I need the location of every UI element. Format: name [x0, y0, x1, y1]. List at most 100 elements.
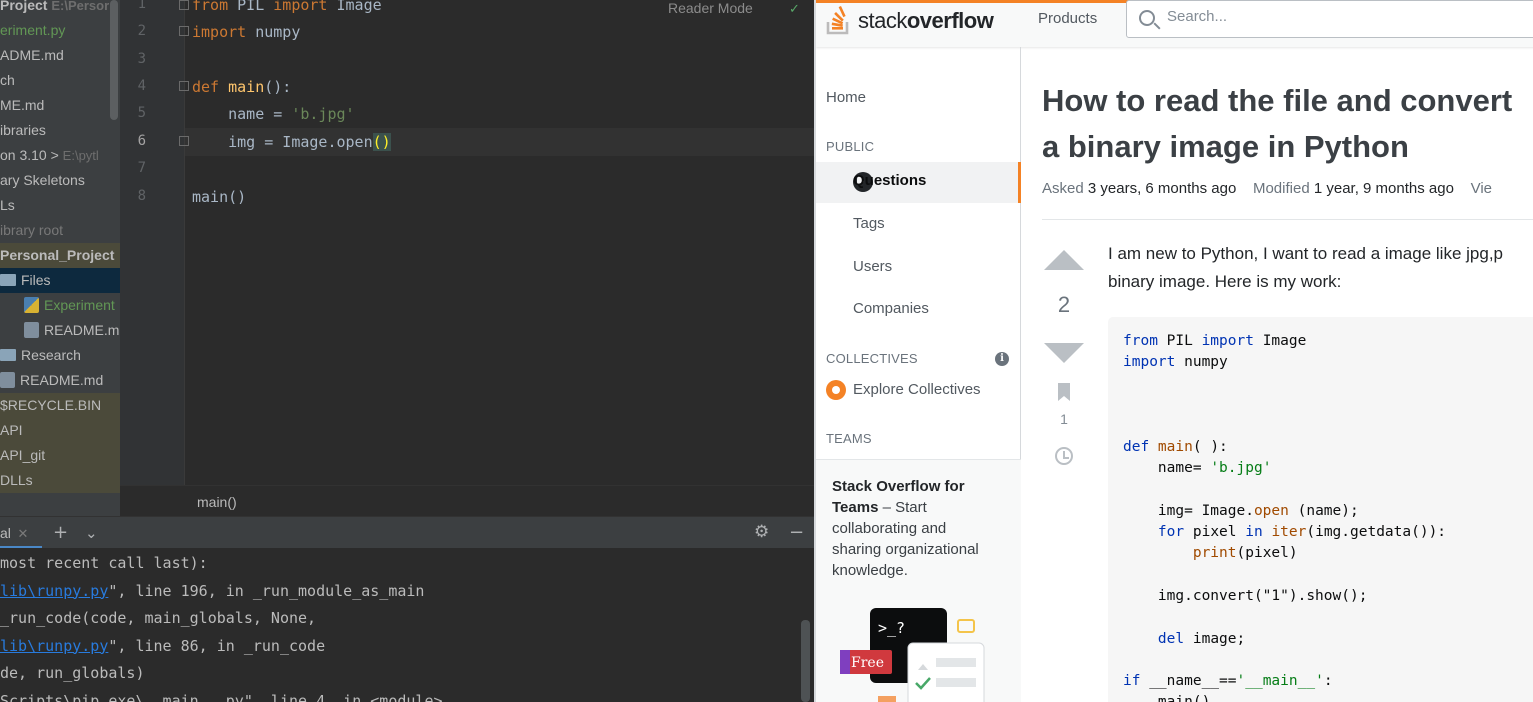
- line-number: 3: [137, 51, 146, 67]
- free-badge: Free: [851, 655, 884, 671]
- tree-item[interactable]: Personal_Project: [0, 243, 120, 268]
- upvote-icon[interactable]: [1044, 250, 1084, 270]
- tree-item[interactable]: ary Skeletons: [0, 168, 120, 193]
- gear-icon[interactable]: ⚙: [754, 522, 769, 542]
- terminal-line: Scripts\pip.exe\__main__.py", line 4, in…: [0, 691, 443, 702]
- tree-item[interactable]: $RECYCLE.BIN: [0, 393, 120, 418]
- info-icon[interactable]: i: [995, 352, 1009, 366]
- python-file-icon: [24, 297, 39, 313]
- tree-item[interactable]: README.md: [0, 368, 120, 393]
- line-number: 7: [137, 160, 146, 176]
- terminal-file-link[interactable]: lib\runpy.py: [0, 582, 108, 600]
- tree-item[interactable]: Files: [0, 268, 120, 293]
- search-input[interactable]: [1167, 8, 1527, 25]
- tree-item[interactable]: Project E:\Persor: [0, 0, 120, 18]
- fold-marker-icon[interactable]: [179, 136, 189, 146]
- minimize-icon[interactable]: −: [789, 522, 804, 543]
- tree-item[interactable]: ibraries: [0, 118, 120, 143]
- top-bar: stackoverflow Products: [816, 0, 1533, 47]
- tree-item[interactable]: eriment.py: [0, 18, 120, 43]
- terminal-file-link[interactable]: lib\runpy.py: [0, 637, 108, 655]
- editor-gutter: [120, 0, 185, 485]
- code-line-2[interactable]: import numpy: [192, 23, 300, 41]
- fold-marker-icon[interactable]: [179, 26, 189, 36]
- code-line-4[interactable]: def main():: [192, 78, 291, 96]
- question-body: I am new to Python, I want to read a ima…: [1108, 244, 1503, 291]
- nav-home[interactable]: Home: [826, 89, 866, 106]
- nav-section-teams: TEAMS: [826, 431, 872, 446]
- add-icon[interactable]: +: [53, 522, 68, 543]
- terminal-line: de, run_globals): [0, 664, 145, 682]
- nav-companies[interactable]: Companies: [853, 300, 929, 317]
- code-line-5[interactable]: name = 'b.jpg': [192, 105, 354, 123]
- nav-explore-collectives[interactable]: Explore Collectives: [853, 381, 981, 398]
- ide-window: Project E:\Persor eriment.py ADME.md ch ME.m…: [0, 0, 814, 702]
- stackoverflow-logo-icon[interactable]: [825, 3, 855, 36]
- tree-item[interactable]: API: [0, 418, 120, 443]
- code-line-8[interactable]: main(): [192, 188, 246, 206]
- tree-item[interactable]: on 3.10 > E:\pytl: [0, 143, 120, 168]
- tree-item[interactable]: Ls: [0, 193, 120, 218]
- breadcrumb-item[interactable]: main(): [197, 494, 237, 510]
- nav-section-collectives: COLLECTIVES: [826, 351, 918, 366]
- close-icon[interactable]: ✕: [14, 526, 29, 541]
- nav-section-public: PUBLIC: [826, 139, 875, 154]
- left-sidebar: Home PUBLIC Questions Tags Users Compani…: [816, 47, 1021, 702]
- line-number: 4: [137, 78, 146, 94]
- chevron-down-icon[interactable]: ⌄: [85, 524, 98, 542]
- line-number: 6: [137, 133, 146, 149]
- tree-item[interactable]: ADME.md: [0, 43, 120, 68]
- line-number: 2: [137, 23, 146, 39]
- nav-users[interactable]: Users: [853, 258, 892, 275]
- terminal-line: most recent call last):: [0, 554, 208, 572]
- line-number: 8: [137, 188, 146, 204]
- terminal-line: lib\runpy.py", line 196, in _run_module_…: [0, 581, 425, 600]
- project-tree: Project E:\Persor eriment.py ADME.md ch ME.m…: [0, 0, 120, 516]
- stackoverflow-wordmark[interactable]: stackoverflow: [858, 8, 994, 34]
- line-number: 1: [137, 0, 146, 12]
- collectives-icon: [826, 380, 846, 400]
- line-number: 5: [137, 105, 146, 121]
- nav-tags[interactable]: Tags: [853, 215, 885, 232]
- teams-promo-text: Stack Overflow for Teams – Start collabo…: [832, 478, 979, 579]
- question-code-block[interactable]: from PIL import Image import numpy def m…: [1108, 317, 1533, 702]
- search-box[interactable]: [1126, 0, 1533, 38]
- bookmark-icon[interactable]: [1058, 383, 1070, 401]
- downvote-icon[interactable]: [1044, 343, 1084, 363]
- terminal-line: _run_code(code, main_globals, None,: [0, 609, 317, 627]
- tree-item[interactable]: Research: [0, 343, 120, 368]
- tree-item[interactable]: Experiment: [0, 293, 120, 318]
- teams-illustration: >_? Free: [840, 608, 985, 702]
- terminal-output[interactable]: most recent call last): lib\runpy.py", li…: [0, 548, 814, 702]
- inspection-ok-icon[interactable]: ✓: [789, 2, 800, 17]
- tree-item[interactable]: README.m: [0, 318, 120, 343]
- terminal-line: lib\runpy.py", line 86, in _run_code: [0, 636, 326, 655]
- fold-marker-icon[interactable]: [179, 81, 189, 91]
- terminal-tab[interactable]: al ✕: [0, 517, 42, 549]
- reader-mode-button[interactable]: Reader Mode: [668, 0, 753, 16]
- markdown-file-icon: [24, 322, 39, 338]
- question-main: How to read the file and convert a binary…: [1022, 47, 1533, 702]
- tree-item[interactable]: DLLs: [0, 468, 120, 493]
- tree-item[interactable]: API_git: [0, 443, 120, 468]
- tree-item[interactable]: ME.md: [0, 93, 120, 118]
- teams-promo[interactable]: Stack Overflow for Teams – Start collabo…: [816, 459, 1021, 702]
- nav-questions[interactable]: Questions: [816, 162, 1021, 203]
- terminal-scrollbar[interactable]: [801, 620, 810, 702]
- tree-scrollbar[interactable]: [110, 0, 118, 120]
- products-link[interactable]: Products: [1038, 10, 1097, 27]
- fold-marker-icon[interactable]: [179, 0, 189, 10]
- divider: [1042, 219, 1533, 220]
- modified-value: 1 year, 9 months ago: [1313, 180, 1454, 197]
- question-title[interactable]: How to read the file and convert a binary…: [1042, 78, 1533, 170]
- prompt-text: >_?: [878, 619, 905, 637]
- code-line-6[interactable]: img = Image.open(): [192, 133, 391, 151]
- terminal-toolbar: al ✕ + ⌄ ⚙ −: [0, 516, 814, 549]
- history-icon[interactable]: [1055, 447, 1073, 465]
- tree-item[interactable]: ibrary root: [0, 218, 120, 243]
- code-line-1[interactable]: from PIL import Image: [192, 0, 382, 14]
- vote-count: 2: [1057, 292, 1071, 317]
- asked-value: 3 years, 6 months ago: [1087, 180, 1237, 197]
- bookmark-count: 1: [1060, 411, 1068, 427]
- tree-item[interactable]: ch: [0, 68, 120, 93]
